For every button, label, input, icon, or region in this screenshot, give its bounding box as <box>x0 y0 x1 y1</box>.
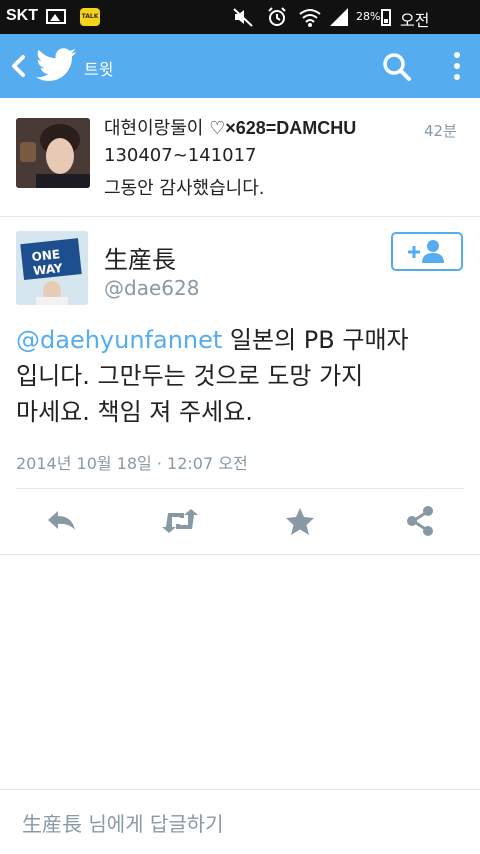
tweet-author-name: 대현이랑둘이 ♡×628=DAMCHU <box>104 114 356 140</box>
in-reply-to-tweet[interactable]: 대현이랑둘이 ♡×628=DAMCHU 42분 130407~141017 그동… <box>0 98 480 217</box>
battery-icon <box>381 9 391 26</box>
signal-icon <box>330 8 348 26</box>
share-button[interactable] <box>400 503 440 539</box>
tweet-author-handle[interactable]: @dae628 <box>104 276 199 300</box>
alarm-icon <box>268 7 286 26</box>
tweet-text-line: 마세요. 책임 져 주세요. <box>16 398 253 426</box>
retweet-button[interactable] <box>160 503 200 539</box>
author-name-latin: ×628=DAMCHU <box>225 118 357 138</box>
kakaotalk-notification-icon: TALK <box>80 8 100 26</box>
star-icon <box>286 508 314 535</box>
carrier-label: SKT <box>6 7 38 24</box>
tweet-text: @daehyunfannet 일본의 PB 구매자 입니다. 그만두는 것으로 … <box>16 322 466 430</box>
tweet-text-line: 그동안 감사했습니다. <box>104 178 265 199</box>
page-title: 트윗 <box>84 60 114 79</box>
tweet-text-line: 일본의 PB 구매자 <box>222 326 409 354</box>
favorite-button[interactable] <box>280 503 320 539</box>
follow-button[interactable] <box>391 232 463 271</box>
mute-icon <box>233 8 253 27</box>
tweet-author-name[interactable]: 生産長 <box>104 240 176 275</box>
reply-button[interactable] <box>42 503 82 539</box>
twitter-logo-icon <box>36 48 77 81</box>
wifi-icon <box>299 9 321 27</box>
mention-link[interactable]: @daehyunfannet <box>16 326 222 354</box>
share-icon <box>407 506 433 536</box>
overflow-menu-button[interactable] <box>444 48 470 84</box>
divider <box>0 554 480 555</box>
add-user-icon <box>408 240 444 263</box>
tweet-timestamp: 2014년 10월 18일 · 12:07 오전 <box>16 454 248 473</box>
tweet-text-line: 입니다. 그만두는 것으로 도망 가지 <box>16 362 364 390</box>
divider <box>16 488 464 489</box>
reply-icon <box>48 511 75 530</box>
back-button[interactable] <box>4 48 32 84</box>
avatar[interactable]: ONE WAY <box>16 231 88 305</box>
battery-percent: 28% <box>356 10 381 23</box>
status-bar: SKT TALK 28% 오전 12:14 <box>0 0 480 50</box>
tweet-text-line: 130407~141017 <box>104 145 257 166</box>
gallery-notification-icon <box>46 9 66 24</box>
profile-photo-icon: ONE WAY <box>16 231 88 305</box>
reply-input[interactable]: 生産長 님에게 답글하기 <box>22 808 224 837</box>
tweet-time-ago: 42분 <box>424 122 457 140</box>
avatar[interactable] <box>16 118 90 188</box>
reply-composer[interactable]: 生産長 님에게 답글하기 <box>0 789 480 854</box>
profile-photo-icon <box>16 118 90 188</box>
author-name-korean: 대현이랑둘이 ♡ <box>104 118 226 139</box>
search-button[interactable] <box>380 50 414 84</box>
app-bar: 트윗 <box>0 34 480 98</box>
retweet-icon <box>162 509 198 533</box>
